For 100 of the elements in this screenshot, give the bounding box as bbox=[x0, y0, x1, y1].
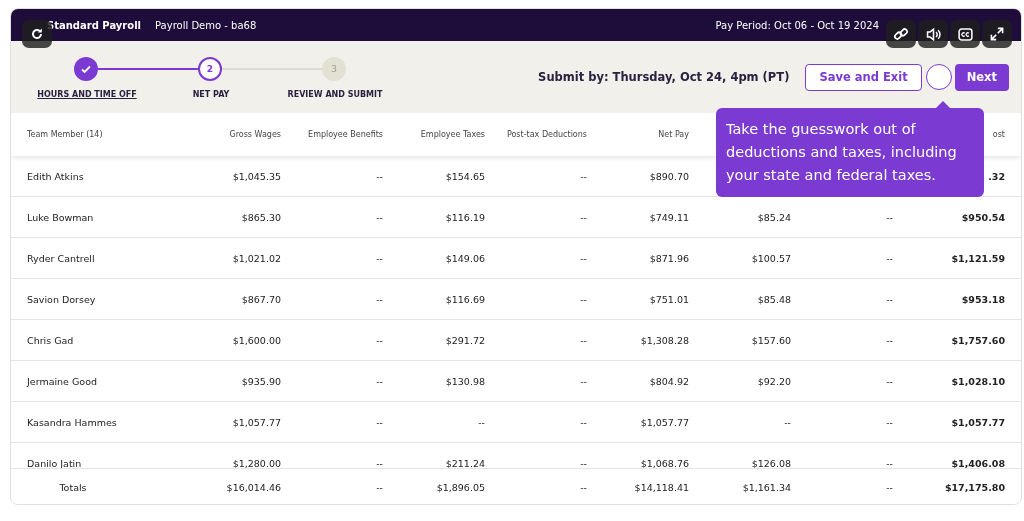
table-cell: $1,057.77 bbox=[232, 416, 281, 428]
table-cell: -- bbox=[376, 334, 383, 346]
table-cell: $865.30 bbox=[241, 211, 281, 223]
table-cell: $126.08 bbox=[751, 457, 791, 468]
table-cell: -- bbox=[376, 293, 383, 305]
total-cell: $1,896.05 bbox=[436, 482, 485, 493]
table-cell: -- bbox=[376, 375, 383, 387]
table-cell: $1,121.59 bbox=[951, 252, 1005, 264]
total-cell: -- bbox=[580, 482, 587, 493]
table-cell: $1,600.00 bbox=[232, 334, 281, 346]
table-cell: -- bbox=[376, 211, 383, 223]
column-header: Team Member (14) bbox=[27, 130, 103, 139]
table-cell: $85.48 bbox=[757, 293, 791, 305]
table-cell: -- bbox=[580, 334, 587, 346]
table-cell: $950.54 bbox=[961, 211, 1005, 223]
column-header: ost bbox=[992, 130, 1005, 139]
table-cell: $1,757.60 bbox=[951, 334, 1005, 346]
column-header: Employee Taxes bbox=[420, 130, 485, 139]
total-cell: -- bbox=[376, 482, 383, 493]
total-cell: -- bbox=[886, 482, 893, 493]
table-cell: $867.70 bbox=[241, 293, 281, 305]
table-cell: -- bbox=[580, 416, 587, 428]
table-cell: -- bbox=[376, 252, 383, 264]
table-cell: $130.98 bbox=[445, 375, 485, 387]
table-cell: $1,057.77 bbox=[951, 416, 1005, 428]
app-title: Standard Payroll bbox=[47, 19, 141, 31]
table-cell: $116.69 bbox=[445, 293, 485, 305]
step-label[interactable]: NET PAY bbox=[149, 90, 273, 99]
column-header: Employee Benefits bbox=[308, 130, 383, 139]
table-cell: $749.11 bbox=[649, 211, 689, 223]
table-cell: $92.20 bbox=[757, 375, 791, 387]
table-cell: Danilo Jatin bbox=[27, 457, 82, 468]
step-label[interactable]: REVIEW AND SUBMIT bbox=[273, 90, 397, 99]
next-button[interactable]: Next bbox=[954, 63, 1009, 91]
table-cell: $116.19 bbox=[445, 211, 485, 223]
table-cell: $154.65 bbox=[445, 170, 485, 182]
table-cell: -- bbox=[376, 457, 383, 468]
tooltip-text: Take the guesswork out of deductions and taxes, including your state and federal taxes. bbox=[726, 121, 957, 183]
table-cell: $85.24 bbox=[757, 211, 791, 223]
table-cell: Jermaine Good bbox=[27, 375, 97, 387]
captions-icon[interactable] bbox=[950, 20, 980, 48]
totals-label: Totals bbox=[59, 482, 87, 493]
step-label[interactable]: HOURS AND TIME OFF bbox=[25, 90, 149, 99]
table-cell: $1,308.28 bbox=[640, 334, 689, 346]
table-cell: -- bbox=[580, 252, 587, 264]
total-cell: $16,014.46 bbox=[226, 482, 281, 493]
table-cell: -- bbox=[886, 457, 893, 468]
table-cell: -- bbox=[886, 334, 893, 346]
table-cell: -- bbox=[580, 457, 587, 468]
check-icon bbox=[80, 63, 92, 75]
table-cell: .32 bbox=[988, 170, 1005, 182]
table-cell: Luke Bowman bbox=[27, 211, 94, 223]
step-circle[interactable] bbox=[74, 57, 98, 81]
table-cell: $935.90 bbox=[241, 375, 281, 387]
table-cell: -- bbox=[784, 416, 791, 428]
table-cell: -- bbox=[886, 293, 893, 305]
table-cell: Edith Atkins bbox=[27, 170, 84, 182]
table-cell: $1,021.02 bbox=[232, 252, 281, 264]
table-cell: $751.01 bbox=[649, 293, 689, 305]
table-cell: $157.60 bbox=[751, 334, 791, 346]
table-cell: -- bbox=[478, 416, 485, 428]
table-cell: $1,028.10 bbox=[951, 375, 1005, 387]
table-cell: -- bbox=[886, 252, 893, 264]
pay-period: Pay Period: Oct 06 - Oct 19 2024 bbox=[715, 19, 879, 31]
table-cell: Ryder Cantrell bbox=[27, 252, 95, 264]
table-cell: $1,057.77 bbox=[640, 416, 689, 428]
table-cell: $1,280.00 bbox=[232, 457, 281, 468]
total-cell: $1,161.34 bbox=[742, 482, 791, 493]
link-icon[interactable] bbox=[886, 20, 916, 48]
table-cell: -- bbox=[886, 416, 893, 428]
table-cell: -- bbox=[580, 375, 587, 387]
table-cell: $149.06 bbox=[445, 252, 485, 264]
round-button[interactable] bbox=[925, 64, 952, 90]
table-cell: $1,406.08 bbox=[951, 457, 1005, 468]
table-cell: $100.57 bbox=[751, 252, 791, 264]
table-cell: -- bbox=[580, 211, 587, 223]
table-cell: -- bbox=[580, 170, 587, 182]
table-cell: $211.24 bbox=[445, 457, 485, 468]
column-header: Net Pay bbox=[658, 130, 689, 139]
volume-icon[interactable] bbox=[918, 20, 948, 48]
total-cell: $17,175.80 bbox=[944, 482, 1005, 493]
table-cell: -- bbox=[580, 293, 587, 305]
column-header: Gross Wages bbox=[229, 130, 281, 139]
table-cell: -- bbox=[886, 375, 893, 387]
table-cell: Kasandra Hammes bbox=[27, 416, 117, 428]
table-cell: $871.96 bbox=[649, 252, 689, 264]
table-cell: -- bbox=[886, 211, 893, 223]
table-cell: $1,068.76 bbox=[640, 457, 689, 468]
company-name: Payroll Demo - ba68 bbox=[155, 19, 257, 31]
save-button[interactable]: Save and Exit bbox=[805, 63, 922, 91]
table-cell: Savion Dorsey bbox=[27, 293, 96, 305]
table-cell: -- bbox=[376, 170, 383, 182]
fullscreen-icon[interactable] bbox=[982, 20, 1012, 48]
submit-deadline: Submit by: Thursday, Oct 24, 4pm (PT) bbox=[538, 70, 790, 84]
step-circle[interactable]: 2 bbox=[198, 57, 222, 81]
table-cell: -- bbox=[376, 416, 383, 428]
total-cell: $14,118.41 bbox=[634, 482, 689, 493]
table-cell: $1,045.35 bbox=[232, 170, 281, 182]
table-cell: $890.70 bbox=[649, 170, 689, 182]
table-cell: $804.92 bbox=[649, 375, 689, 387]
